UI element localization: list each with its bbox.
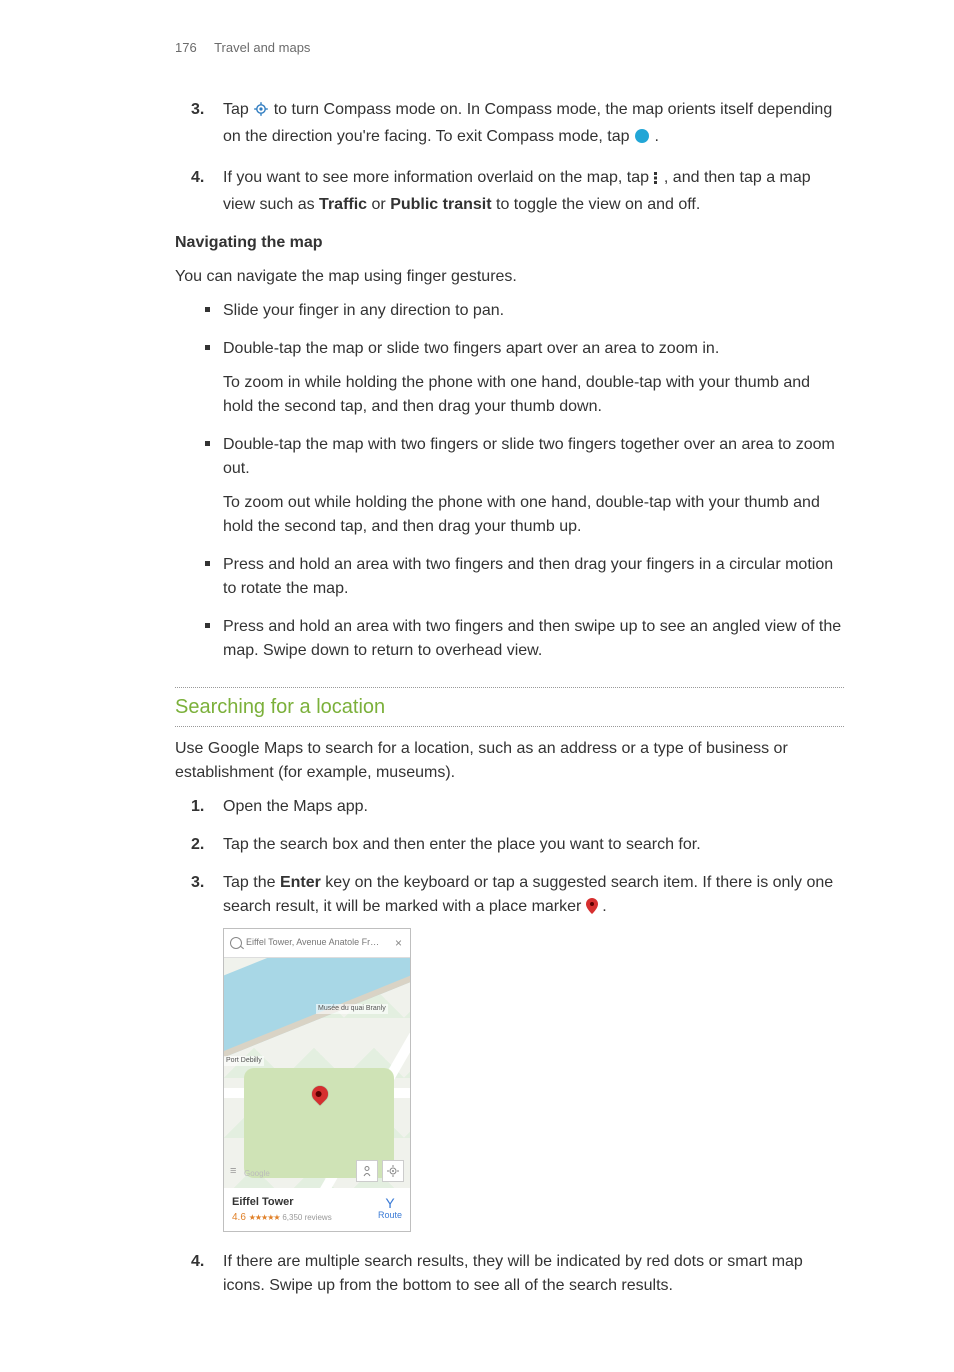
search-step-1: Open the Maps app. bbox=[223, 795, 844, 819]
overflow-menu-icon bbox=[653, 169, 659, 193]
map-label: Port Debilly bbox=[224, 1056, 264, 1067]
clear-icon: × bbox=[393, 934, 404, 952]
compass-target-icon bbox=[253, 101, 269, 125]
map-controls bbox=[356, 1160, 404, 1182]
public-transit-label: Public transit bbox=[390, 196, 491, 213]
section-name: Travel and maps bbox=[214, 40, 310, 55]
compass-icon bbox=[634, 128, 650, 152]
map-search-bar: Eiffel Tower, Avenue Anatole Fr… × bbox=[224, 929, 410, 958]
place-title: Eiffel Tower bbox=[232, 1194, 378, 1211]
bullet-zoom-out: Double-tap the map with two fingers or s… bbox=[223, 433, 844, 539]
subheading-navigating: Navigating the map bbox=[175, 231, 844, 255]
map-canvas: Musée du quai Branly Port Debilly ≡ Goog… bbox=[224, 958, 410, 1188]
search-step-2: Tap the search box and then enter the pl… bbox=[223, 833, 844, 857]
stars-icon: ★★★★★ bbox=[249, 1213, 280, 1222]
steps-search: Open the Maps app. Tap the search box an… bbox=[175, 795, 844, 1299]
search-step-3: Tap the Enter key on the keyboard or tap… bbox=[223, 871, 844, 1233]
gesture-bullets: Slide your finger in any direction to pa… bbox=[175, 299, 844, 663]
reviews-count: 6,350 reviews bbox=[282, 1213, 331, 1222]
document-page: 176 Travel and maps Tap to turn Compass … bbox=[0, 0, 954, 1372]
map-label: Musée du quai Branly bbox=[316, 1004, 388, 1015]
bullet-tilt: Press and hold an area with two fingers … bbox=[223, 615, 844, 663]
locate-icon bbox=[382, 1160, 404, 1182]
map-screenshot: Eiffel Tower, Avenue Anatole Fr… × Musée… bbox=[223, 928, 411, 1233]
step-4: If you want to see more information over… bbox=[223, 166, 844, 217]
map-search-text: Eiffel Tower, Avenue Anatole Fr… bbox=[246, 936, 393, 950]
place-rating: 4.6 ★★★★★ 6,350 reviews bbox=[232, 1210, 378, 1225]
section-intro: Use Google Maps to search for a location… bbox=[175, 737, 844, 785]
bullet-zoom-in: Double-tap the map or slide two fingers … bbox=[223, 337, 844, 419]
search-step-4: If there are multiple search results, th… bbox=[223, 1250, 844, 1298]
directions-icon: Y bbox=[378, 1197, 402, 1209]
page-number: 176 bbox=[175, 40, 197, 55]
map-info-panel: Eiffel Tower 4.6 ★★★★★ 6,350 reviews Y R… bbox=[224, 1188, 410, 1232]
traffic-label: Traffic bbox=[319, 196, 367, 213]
steps-compass: Tap to turn Compass mode on. In Compass … bbox=[175, 98, 844, 217]
bullet-pan: Slide your finger in any direction to pa… bbox=[223, 299, 844, 323]
place-marker-icon bbox=[586, 898, 598, 922]
route-button: Y Route bbox=[378, 1197, 402, 1223]
search-icon bbox=[230, 937, 242, 949]
enter-key-label: Enter bbox=[280, 874, 321, 891]
nav-intro: You can navigate the map using finger ge… bbox=[175, 265, 844, 289]
bullet-rotate: Press and hold an area with two fingers … bbox=[223, 553, 844, 601]
google-watermark: Google bbox=[244, 1168, 270, 1180]
step-3: Tap to turn Compass mode on. In Compass … bbox=[223, 98, 844, 152]
section-title-search: Searching for a location bbox=[175, 687, 844, 727]
page-header: 176 Travel and maps bbox=[175, 38, 844, 58]
street-view-icon bbox=[356, 1160, 378, 1182]
hamburger-icon: ≡ bbox=[230, 1163, 236, 1180]
